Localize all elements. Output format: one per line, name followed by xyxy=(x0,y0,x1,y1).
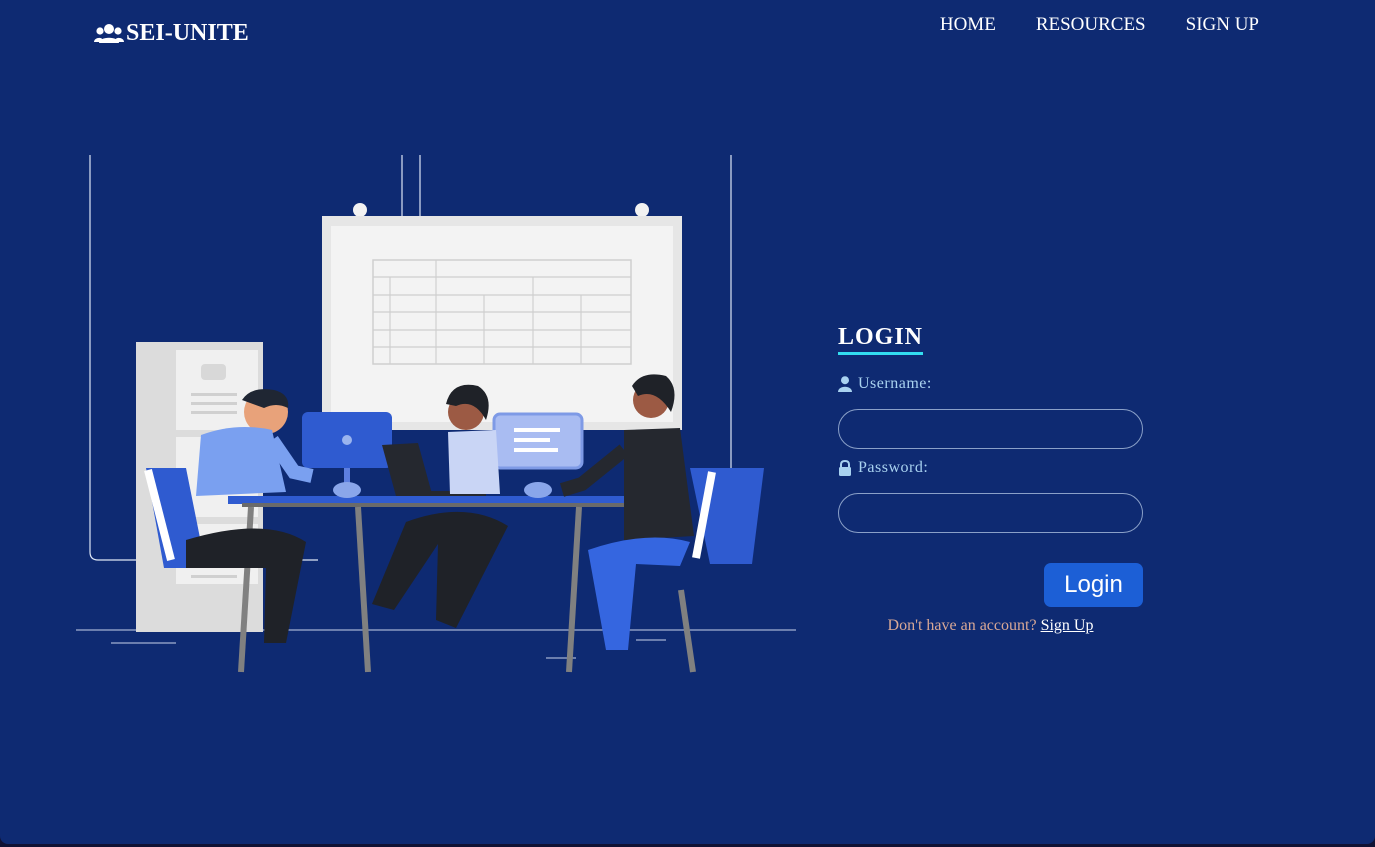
username-input[interactable] xyxy=(838,409,1143,449)
team-working-illustration xyxy=(76,155,796,673)
submit-row: Login xyxy=(838,563,1143,607)
brand-name: SEI-UNITE xyxy=(126,20,249,46)
main-nav: HOME RESOURCES SIGN UP xyxy=(900,14,1259,36)
lock-icon xyxy=(839,460,851,476)
signup-prompt-text: Don't have an account? xyxy=(887,617,1037,634)
brand[interactable]: SEI-UNITE xyxy=(94,20,249,47)
password-input[interactable] xyxy=(838,493,1143,533)
login-form: LOGIN Username: Password: Login Don't ha… xyxy=(838,324,1148,635)
user-icon xyxy=(838,376,852,392)
page: SEI-UNITE HOME RESOURCES SIGN UP LOGIN U… xyxy=(0,0,1375,844)
password-label: Password: xyxy=(838,459,1148,477)
users-icon xyxy=(94,23,124,43)
username-label-text: Username: xyxy=(858,375,932,392)
login-button[interactable]: Login xyxy=(1044,563,1143,607)
signup-prompt: Don't have an account? Sign Up xyxy=(838,617,1143,635)
nav-resources[interactable]: RESOURCES xyxy=(1036,14,1146,36)
nav-home[interactable]: HOME xyxy=(940,14,996,36)
password-label-text: Password: xyxy=(858,459,929,476)
username-label: Username: xyxy=(838,375,1148,393)
signup-link[interactable]: Sign Up xyxy=(1041,617,1094,634)
login-title: LOGIN xyxy=(838,324,924,355)
nav-sign-up[interactable]: SIGN UP xyxy=(1186,14,1259,36)
